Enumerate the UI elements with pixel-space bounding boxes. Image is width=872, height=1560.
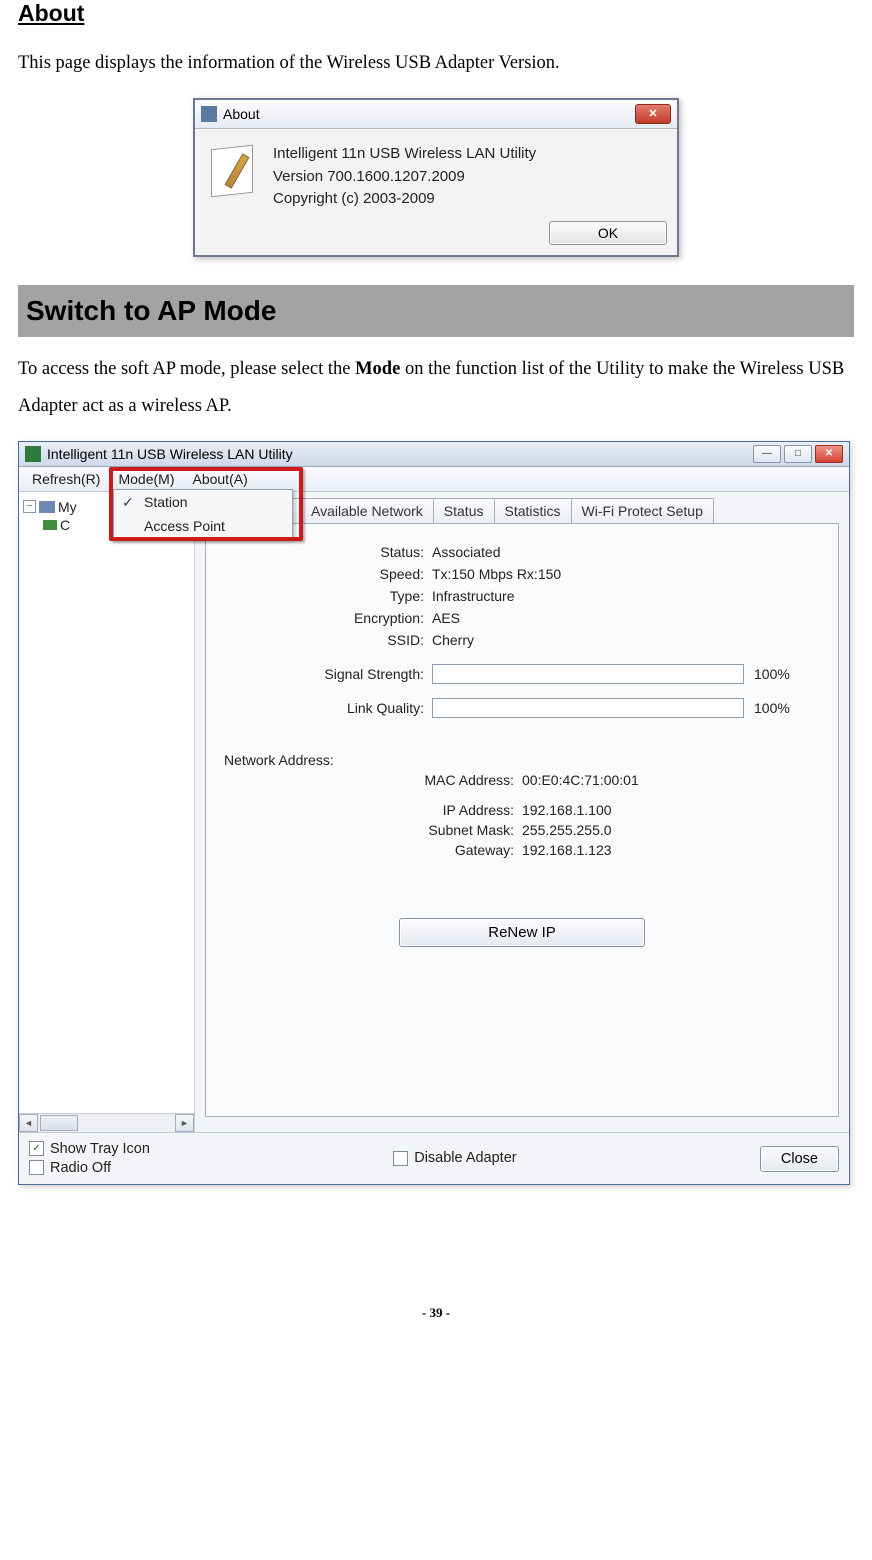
label-speed: Speed: — [224, 566, 432, 582]
band-heading: Switch to AP Mode — [26, 295, 846, 327]
ok-button[interactable]: OK — [549, 221, 667, 245]
about-line3: Copyright (c) 2003-2009 — [273, 188, 536, 211]
label-subnet: Subnet Mask: — [224, 822, 522, 838]
tab-wps[interactable]: Wi-Fi Protect Setup — [571, 498, 714, 523]
close-icon[interactable]: ✕ — [635, 104, 671, 124]
intro-ap: To access the soft AP mode, please selec… — [18, 351, 854, 425]
signal-pct: 100% — [754, 666, 800, 682]
tabs-row: Available Network Status Statistics Wi-F… — [205, 498, 839, 524]
tab-status[interactable]: Status — [433, 498, 495, 523]
label-quality: Link Quality: — [224, 700, 432, 716]
tab-available-network[interactable]: Available Network — [300, 498, 434, 523]
disable-adapter-label: Disable Adapter — [414, 1150, 516, 1166]
main-panel: Available Network Status Statistics Wi-F… — [195, 492, 849, 1132]
value-status: Associated — [432, 544, 500, 560]
close-button[interactable]: Close — [760, 1146, 839, 1172]
scroll-right-icon[interactable]: ► — [175, 1114, 194, 1132]
disable-adapter-option[interactable]: Disable Adapter — [393, 1150, 516, 1166]
label-encryption: Encryption: — [224, 610, 432, 626]
utility-titlebar: Intelligent 11n USB Wireless LAN Utility… — [19, 442, 849, 467]
menu-refresh[interactable]: Refresh(R) — [23, 469, 109, 489]
label-network-address: Network Address: — [224, 752, 820, 768]
value-speed: Tx:150 Mbps Rx:150 — [432, 566, 561, 582]
minimize-icon[interactable]: — — [753, 445, 781, 463]
checkbox-checked-icon[interactable]: ✓ — [29, 1141, 44, 1156]
about-line2: Version 700.1600.1207.2009 — [273, 166, 536, 189]
status-content: Status:Associated Speed:Tx:150 Mbps Rx:1… — [205, 524, 839, 1117]
heading-about: About — [18, 0, 854, 27]
quality-pct: 100% — [754, 700, 800, 716]
side-tree-panel: – My C ◄ ► — [19, 492, 195, 1132]
mode-access-point[interactable]: Access Point — [114, 514, 292, 538]
about-dialog: About ✕ Intelligent 11n USB Wireless LAN… — [193, 98, 679, 257]
section-band: Switch to AP Mode — [18, 285, 854, 337]
label-ssid: SSID: — [224, 632, 432, 648]
show-tray-label: Show Tray Icon — [50, 1141, 150, 1157]
value-mac: 00:E0:4C:71:00:01 — [522, 772, 639, 788]
util-app-icon — [25, 446, 41, 462]
tree-scrollbar[interactable]: ◄ ► — [19, 1113, 194, 1132]
menu-about[interactable]: About(A) — [183, 469, 256, 489]
value-gateway: 192.168.1.123 — [522, 842, 612, 858]
checkbox-icon[interactable] — [29, 1160, 44, 1175]
app-icon — [201, 106, 217, 122]
about-titlebar: About ✕ — [195, 100, 677, 129]
util-title-text: Intelligent 11n USB Wireless LAN Utility — [47, 446, 293, 462]
value-encryption: AES — [432, 610, 460, 626]
page-number: - 39 - — [18, 1305, 854, 1321]
utility-window: Intelligent 11n USB Wireless LAN Utility… — [18, 441, 850, 1185]
mode-station-label: Station — [144, 494, 188, 510]
about-title-text: About — [223, 106, 260, 122]
tree-child-label: C — [60, 517, 70, 533]
label-ip: IP Address: — [224, 802, 522, 818]
value-ip: 192.168.1.100 — [522, 802, 612, 818]
check-icon: ✓ — [122, 494, 134, 511]
radio-off-label: Radio Off — [50, 1160, 111, 1176]
maximize-icon[interactable]: □ — [784, 445, 812, 463]
about-text: Intelligent 11n USB Wireless LAN Utility… — [273, 143, 536, 211]
intro-about: This page displays the information of th… — [18, 45, 854, 82]
intro-ap-pre: To access the soft AP mode, please selec… — [18, 359, 355, 379]
intro-ap-bold: Mode — [355, 359, 400, 379]
close-icon[interactable]: ✕ — [815, 445, 843, 463]
value-ssid: Cherry — [432, 632, 474, 648]
collapse-icon[interactable]: – — [23, 500, 36, 513]
checkbox-icon[interactable] — [393, 1151, 408, 1166]
adapter-icon — [43, 520, 57, 530]
renew-ip-button[interactable]: ReNew IP — [399, 918, 645, 947]
computer-icon — [39, 501, 55, 513]
quality-bar — [432, 698, 744, 718]
tab-statistics[interactable]: Statistics — [494, 498, 572, 523]
mode-ap-label: Access Point — [144, 518, 225, 534]
scroll-thumb[interactable] — [40, 1115, 78, 1131]
label-mac: MAC Address: — [224, 772, 522, 788]
tree-root-label: My — [58, 499, 77, 515]
label-gateway: Gateway: — [224, 842, 522, 858]
show-tray-option[interactable]: ✓ Show Tray Icon — [29, 1141, 150, 1157]
mode-dropdown: ✓ Station Access Point — [113, 489, 293, 539]
about-line1: Intelligent 11n USB Wireless LAN Utility — [273, 143, 536, 166]
menu-mode[interactable]: Mode(M) — [109, 469, 183, 489]
mode-station[interactable]: ✓ Station — [114, 490, 292, 514]
label-signal: Signal Strength: — [224, 666, 432, 682]
value-subnet: 255.255.255.0 — [522, 822, 612, 838]
label-status: Status: — [224, 544, 432, 560]
about-app-icon — [207, 143, 259, 195]
signal-bar — [432, 664, 744, 684]
label-type: Type: — [224, 588, 432, 604]
bottom-options: ✓ Show Tray Icon Radio Off Disable Adapt… — [19, 1132, 849, 1184]
radio-off-option[interactable]: Radio Off — [29, 1160, 150, 1176]
value-type: Infrastructure — [432, 588, 514, 604]
scroll-left-icon[interactable]: ◄ — [19, 1114, 38, 1132]
